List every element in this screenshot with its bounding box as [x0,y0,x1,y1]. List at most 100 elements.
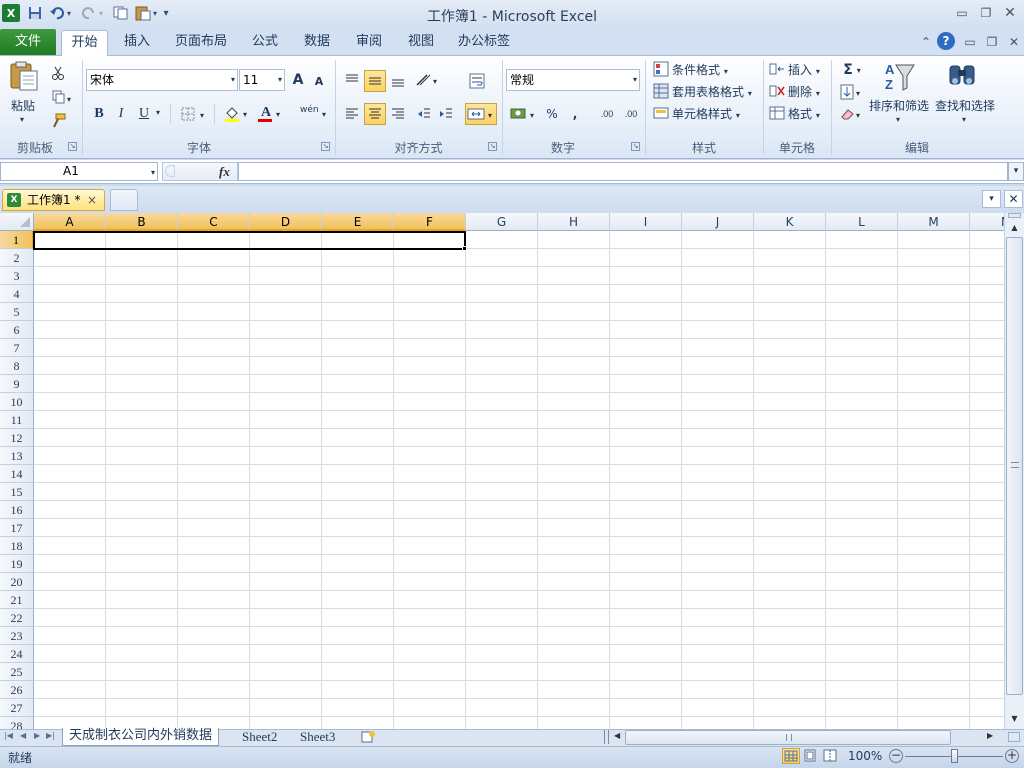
worksheet-grid[interactable]: ABCDEFGHIJKLMN 1234567891011121314151617… [0,213,1004,729]
column-header-i[interactable]: I [610,213,682,231]
column-header-b[interactable]: B [106,213,178,231]
fill-button[interactable]: ▾ [838,82,866,102]
shrink-font-button[interactable]: A [311,72,327,90]
sort-filter-button[interactable]: 排序和筛选 [869,97,929,114]
number-format-combo[interactable]: 常规 ▾ [506,69,640,91]
align-right-icon[interactable] [388,104,408,124]
sheet-tab-sheet2[interactable]: Sheet2 [236,729,283,746]
wrap-text-icon[interactable] [466,70,488,92]
align-center-icon[interactable] [364,103,386,125]
chevron-down-icon[interactable]: ▾ [231,70,235,90]
row-header-15[interactable]: 15 [0,483,34,501]
row-header-13[interactable]: 13 [0,447,34,465]
cell-styles-button[interactable]: 单元格样式 ▾ [672,105,740,122]
column-header-e[interactable]: E [322,213,394,231]
column-header-n[interactable]: N [970,213,1004,231]
last-sheet-icon[interactable]: ▶| [46,731,55,740]
scroll-right-icon[interactable]: ▶ [987,731,993,740]
name-box[interactable]: A1 ▾ [0,162,158,181]
zoom-out-icon[interactable]: − [889,749,903,763]
page-layout-view-icon[interactable] [802,748,820,764]
align-top-icon[interactable] [342,70,362,90]
column-header-k[interactable]: K [754,213,826,231]
row-header-20[interactable]: 20 [0,573,34,591]
workbook-tab[interactable]: X 工作簿1 * × [2,189,105,211]
select-all-button[interactable] [0,213,34,231]
font-name-combo[interactable]: 宋体 ▾ [86,69,238,91]
orientation-icon[interactable]: ▾ [414,70,442,90]
row-header-5[interactable]: 5 [0,303,34,321]
zoom-level[interactable]: 100% [848,749,882,763]
row-header-23[interactable]: 23 [0,627,34,645]
zoom-slider-thumb[interactable] [951,749,958,763]
format-as-table-button[interactable]: 套用表格格式 ▾ [672,83,752,100]
row-header-22[interactable]: 22 [0,609,34,627]
find-dropdown-icon[interactable]: ▾ [962,115,966,124]
borders-button[interactable]: ▾ [178,104,210,124]
align-bottom-icon[interactable] [388,70,408,90]
scroll-left-icon[interactable]: ◀ [614,731,620,740]
format-cells-button[interactable]: 格式 ▾ [788,105,820,122]
row-header-1[interactable]: 1 [0,231,34,249]
tab-office-tab[interactable]: 办公标签 [452,30,516,56]
sheet-tab-sheet3[interactable]: Sheet3 [294,729,341,746]
row-header-27[interactable]: 27 [0,699,34,717]
conditional-format-button[interactable]: 条件格式 ▾ [672,61,728,78]
tab-list-dropdown-icon[interactable]: ▾ [982,190,1001,208]
column-header-l[interactable]: L [826,213,898,231]
decrease-indent-icon[interactable] [414,104,434,124]
horizontal-scroll-thumb[interactable] [625,730,951,745]
accounting-format-icon[interactable]: ▾ [509,104,539,124]
close-tab-icon[interactable]: × [87,190,97,210]
column-header-m[interactable]: M [898,213,970,231]
fill-color-button[interactable]: ▾ [222,104,252,124]
new-tab-button[interactable] [110,189,138,211]
tab-file[interactable]: 文件 [0,29,56,55]
row-header-19[interactable]: 19 [0,555,34,573]
comma-button[interactable]: , [567,104,583,124]
column-header-c[interactable]: C [178,213,250,231]
column-header-a[interactable]: A [34,213,106,231]
tab-split-handle[interactable] [604,730,609,744]
scroll-up-icon[interactable]: ▲ [1006,220,1023,236]
font-launcher-icon[interactable]: ↘ [321,142,330,151]
scroll-down-icon[interactable]: ▼ [1006,711,1023,727]
first-sheet-icon[interactable]: |◀ [4,731,13,740]
row-header-25[interactable]: 25 [0,663,34,681]
page-break-view-icon[interactable] [822,748,840,764]
tab-home[interactable]: 开始 [61,30,108,56]
chevron-down-icon[interactable]: ▾ [151,164,155,181]
tab-data[interactable]: 数据 [294,30,340,56]
workbook-restore-icon[interactable]: ❐ [982,33,1002,51]
align-middle-icon[interactable] [364,70,386,92]
formula-input[interactable] [238,162,1008,181]
font-color-button[interactable]: ▾ A [255,104,285,124]
row-header-26[interactable]: 26 [0,681,34,699]
expand-formula-bar-icon[interactable]: ▾ [1008,162,1024,181]
row-header-12[interactable]: 12 [0,429,34,447]
row-header-11[interactable]: 11 [0,411,34,429]
row-header-6[interactable]: 6 [0,321,34,339]
percent-button[interactable]: % [543,104,561,124]
row-header-10[interactable]: 10 [0,393,34,411]
copy-format-icon[interactable]: ▾ [48,87,76,107]
h-split-box[interactable] [1008,732,1020,742]
increase-decimal-button[interactable]: .00 [596,104,618,124]
row-header-14[interactable]: 14 [0,465,34,483]
sort-filter-icon[interactable]: AZ [882,61,916,93]
row-header-16[interactable]: 16 [0,501,34,519]
delete-cells-button[interactable]: 删除 ▾ [788,83,820,100]
insert-cells-button[interactable]: 插入 ▾ [788,61,820,78]
close-window-icon[interactable]: ✕ [1000,4,1020,22]
row-header-17[interactable]: 17 [0,519,34,537]
workbook-close-icon[interactable]: ✕ [1004,33,1024,51]
row-header-21[interactable]: 21 [0,591,34,609]
insert-worksheet-icon[interactable] [358,730,378,744]
formula-bar-resize-handle[interactable] [165,165,175,177]
grow-font-button[interactable]: A [289,70,307,90]
workbook-minimize-icon[interactable]: ▭ [960,33,980,51]
row-header-3[interactable]: 3 [0,267,34,285]
clear-button[interactable]: ▾ [838,104,866,124]
increase-indent-icon[interactable] [436,104,456,124]
tab-page-layout[interactable]: 页面布局 [168,30,234,56]
